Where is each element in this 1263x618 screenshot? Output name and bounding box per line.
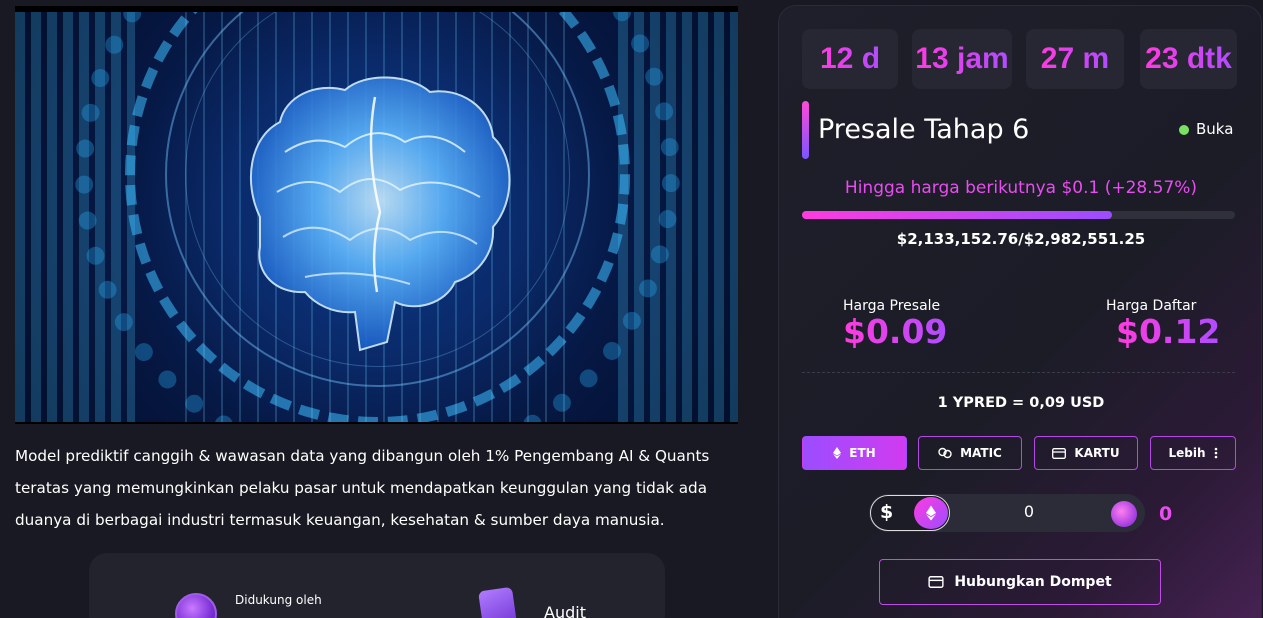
amount-input-group: $ [869,494,1145,532]
stage-accent-bar [802,101,809,159]
pay-eth-button[interactable]: ETH [802,436,907,470]
pay-eth-label: ETH [849,446,876,460]
token-logo-icon [1111,501,1137,527]
link-icon [938,447,952,459]
brain-visual [15,12,738,422]
amount-input[interactable] [989,502,1069,521]
timer-minutes: 27 m [1026,29,1124,89]
wallet-icon [928,576,944,588]
audit-document-icon [478,586,518,618]
status-badge: Buka [1196,120,1234,138]
progress-bar [802,211,1235,219]
progress-fill [802,211,1112,219]
token-amount: 0 [1159,503,1173,525]
supported-by-label: Didukung oleh [235,593,322,607]
timer-hours-value: 13 jam [915,42,1009,75]
timer-seconds: 23 dtk [1140,29,1237,89]
divider [802,372,1235,373]
pay-card-label: KARTU [1074,446,1120,460]
connect-wallet-label: Hubungkan Dompet [954,574,1112,590]
status-dot-icon [1179,125,1189,135]
pay-matic-label: MATIC [960,446,1002,460]
pay-more-button[interactable]: Lebih [1150,436,1236,470]
exchange-rate: 1 YPRED = 0,09 USD [937,395,1105,411]
dollar-icon: $ [880,501,894,523]
raised-amount: $2,133,152.76/$2,982,551.25 [896,230,1146,248]
more-vertical-icon [1214,447,1217,459]
timer-seconds-value: 23 dtk [1145,42,1232,75]
pay-card-button[interactable]: KARTU [1034,436,1138,470]
audit-label[interactable]: Audit [544,603,586,618]
brain-icon [249,76,511,352]
connect-wallet-button[interactable]: Hubungkan Dompet [879,559,1161,605]
stage-title: Presale Tahap 6 [818,114,1030,145]
pay-matic-button[interactable]: MATIC [918,436,1022,470]
eth-circle-icon [914,497,948,529]
support-card: Didukung oleh Audit [89,553,665,618]
next-price-text: Hingga harga berikutnya $0.1 (+28.57%) [844,178,1198,198]
timer-days: 12 d [802,29,898,89]
backer-logo-icon [175,593,217,618]
pay-more-label: Lebih [1168,446,1206,460]
presale-panel: 12 d 13 jam 27 m 23 dtk Presale Tahap 6 … [778,5,1262,618]
presale-price-value: $0.09 [843,312,948,351]
timer-hours: 13 jam [912,29,1012,89]
card-icon [1052,447,1067,459]
list-price-value: $0.12 [1116,312,1221,351]
timer-days-value: 12 d [819,42,881,75]
eth-icon [833,447,842,459]
timer-minutes-value: 27 m [1040,42,1110,75]
currency-toggle[interactable]: $ [870,495,950,531]
project-description: Model prediktif canggih & wawasan data y… [15,447,710,529]
hero-video[interactable] [15,6,738,424]
